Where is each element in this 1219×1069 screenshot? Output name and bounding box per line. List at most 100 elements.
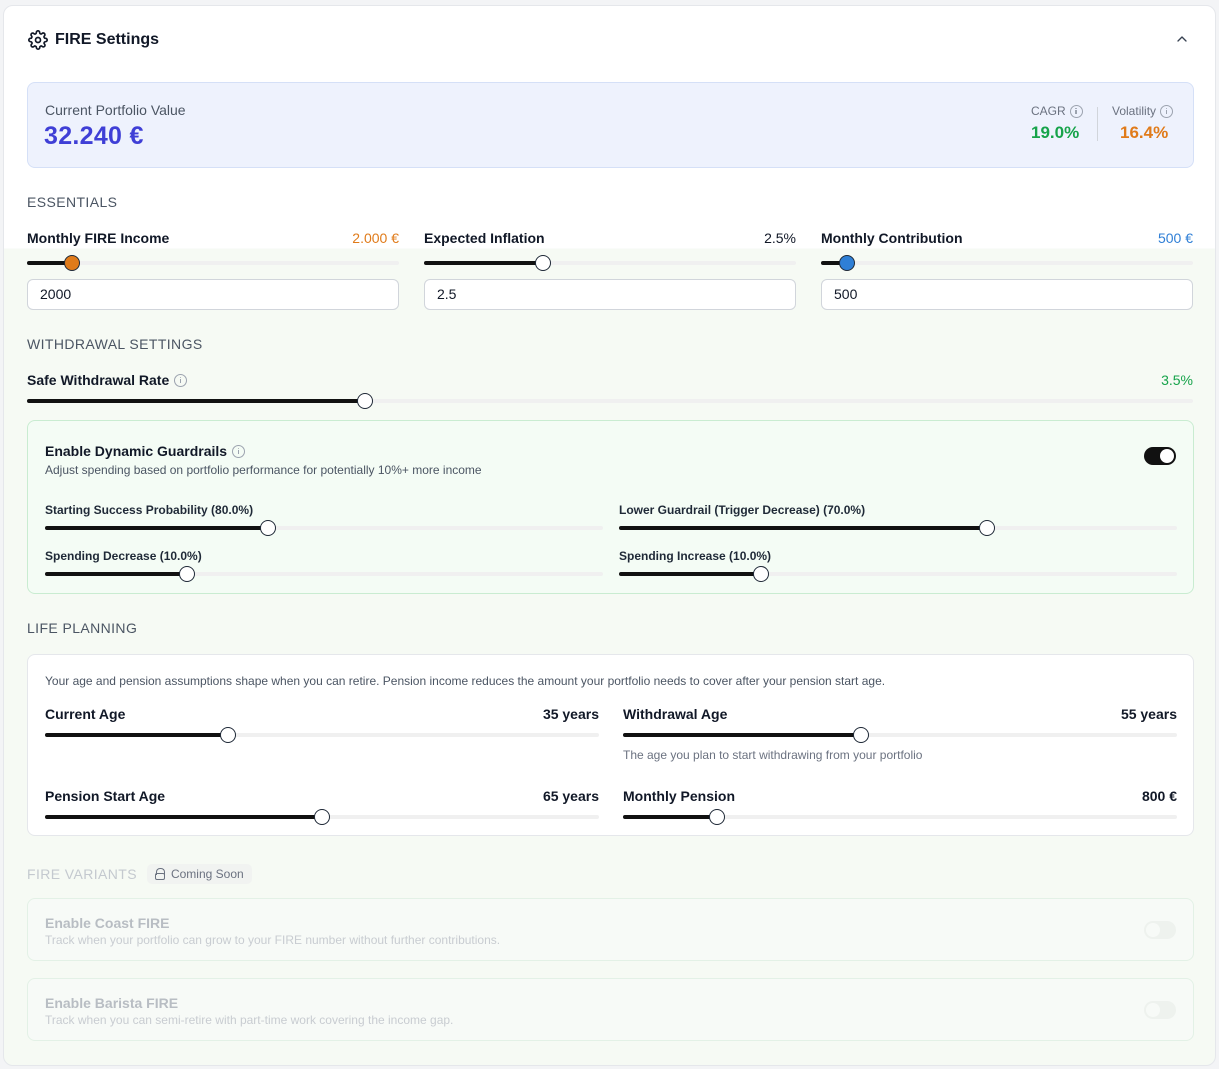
slider-thumb[interactable] bbox=[853, 727, 870, 743]
swr-display: 3.5% bbox=[1161, 372, 1193, 388]
fire-settings-card: FIRE Settings Current Portfolio Value 32… bbox=[3, 5, 1216, 1066]
cagr-value: 19.0% bbox=[1031, 123, 1080, 142]
slider-fill bbox=[45, 572, 188, 576]
inflation-input[interactable]: 2.5 bbox=[424, 279, 796, 310]
portfolio-value-label: Current Portfolio Value bbox=[45, 102, 186, 118]
life-section-title: LIFE PLANNING bbox=[27, 620, 138, 636]
slider-thumb[interactable] bbox=[260, 520, 277, 536]
slider-fill bbox=[45, 815, 322, 819]
toggle-knob bbox=[1160, 449, 1174, 463]
current-age-slider[interactable] bbox=[45, 727, 599, 743]
slider-fill bbox=[27, 399, 366, 403]
inflation-field: Expected Inflation 2.5% bbox=[424, 230, 796, 250]
slider-fill bbox=[45, 526, 269, 530]
spending-decrease-label: Spending Decrease (10.0%) bbox=[45, 549, 202, 563]
swr-slider[interactable] bbox=[27, 393, 1193, 409]
pension-age-slider[interactable] bbox=[45, 809, 599, 825]
spending-decrease-slider[interactable] bbox=[45, 566, 603, 582]
slider-fill bbox=[424, 261, 544, 265]
monthly-income-input[interactable]: 2000 bbox=[27, 279, 399, 310]
swr-field: Safe Withdrawal Rate 3.5% bbox=[27, 372, 1193, 392]
chevron-up-icon[interactable] bbox=[1174, 31, 1190, 47]
coast-fire-title: Enable Coast FIRE bbox=[45, 915, 170, 931]
toggle-knob bbox=[1146, 1003, 1160, 1017]
coming-soon-badge: Coming Soon bbox=[146, 864, 252, 884]
slider-fill bbox=[45, 733, 228, 737]
coast-fire-toggle[interactable] bbox=[1144, 921, 1176, 939]
info-icon[interactable] bbox=[1160, 104, 1174, 118]
slider-fill bbox=[619, 526, 988, 530]
toggle-knob bbox=[1146, 923, 1160, 937]
gear-icon bbox=[28, 30, 48, 50]
monthly-income-field: Monthly FIRE Income 2.000 € bbox=[27, 230, 399, 250]
slider-thumb[interactable] bbox=[63, 255, 80, 271]
monthly-income-display: 2.000 € bbox=[352, 230, 399, 246]
withdrawal-age-label: Withdrawal Age bbox=[623, 706, 728, 722]
withdrawal-section-title: WITHDRAWAL SETTINGS bbox=[27, 336, 203, 352]
portfolio-summary: Current Portfolio Value 32.240 € CAGR 19… bbox=[27, 82, 1194, 168]
slider-track bbox=[27, 261, 399, 265]
metric-divider bbox=[1097, 107, 1098, 141]
portfolio-value: 32.240 € bbox=[44, 122, 144, 150]
starting-success-slider[interactable] bbox=[45, 520, 603, 536]
slider-thumb[interactable] bbox=[839, 255, 856, 271]
lower-guardrail-slider[interactable] bbox=[619, 520, 1177, 536]
slider-thumb[interactable] bbox=[179, 566, 196, 582]
spending-increase-slider[interactable] bbox=[619, 566, 1177, 582]
info-icon[interactable] bbox=[1069, 104, 1083, 118]
contribution-slider[interactable] bbox=[821, 255, 1193, 271]
slider-fill bbox=[623, 815, 718, 819]
barista-fire-panel: Enable Barista FIRE Track when you can s… bbox=[27, 978, 1194, 1041]
contribution-field: Monthly Contribution 500 € bbox=[821, 230, 1193, 250]
cagr-label: CAGR bbox=[1031, 104, 1066, 118]
slider-thumb[interactable] bbox=[753, 566, 770, 582]
contribution-display: 500 € bbox=[1157, 230, 1193, 246]
slider-thumb[interactable] bbox=[709, 809, 726, 825]
info-icon[interactable] bbox=[232, 444, 246, 458]
volatility-label: Volatility bbox=[1112, 104, 1157, 118]
volatility-metric: Volatility 16.4% bbox=[1112, 104, 1174, 143]
lower-guardrail-label: Lower Guardrail (Trigger Decrease) (70.0… bbox=[619, 503, 866, 517]
settings-title: FIRE Settings bbox=[55, 31, 160, 48]
slider-track bbox=[821, 261, 1193, 265]
barista-fire-toggle[interactable] bbox=[1144, 1001, 1176, 1019]
coast-fire-panel: Enable Coast FIRE Track when your portfo… bbox=[27, 898, 1194, 961]
monthly-pension-label: Monthly Pension bbox=[623, 788, 735, 804]
guardrails-panel: Enable Dynamic Guardrails Adjust spendin… bbox=[27, 420, 1194, 594]
slider-thumb[interactable] bbox=[219, 727, 236, 743]
withdrawal-age-hint: The age you plan to start withdrawing fr… bbox=[623, 748, 923, 762]
starting-success-label: Starting Success Probability (80.0%) bbox=[45, 503, 254, 517]
barista-fire-title: Enable Barista FIRE bbox=[45, 995, 179, 1011]
variants-section-title: FIRE VARIANTS bbox=[27, 866, 137, 882]
essentials-section-title: ESSENTIALS bbox=[27, 194, 118, 210]
slider-thumb[interactable] bbox=[357, 393, 374, 409]
barista-fire-description: Track when you can semi-retire with part… bbox=[45, 1013, 454, 1027]
guardrails-title: Enable Dynamic Guardrails bbox=[45, 443, 228, 459]
guardrails-toggle[interactable] bbox=[1144, 447, 1176, 465]
cagr-metric: CAGR 19.0% bbox=[1031, 104, 1083, 143]
slider-fill bbox=[623, 733, 862, 737]
withdrawal-age-field: Withdrawal Age 55 years bbox=[623, 706, 1177, 726]
pension-age-display: 65 years bbox=[542, 788, 599, 804]
volatility-value: 16.4% bbox=[1120, 123, 1169, 142]
monthly-income-slider[interactable] bbox=[27, 255, 399, 271]
inflation-slider[interactable] bbox=[424, 255, 796, 271]
slider-thumb[interactable] bbox=[979, 520, 996, 536]
contribution-label: Monthly Contribution bbox=[821, 230, 963, 246]
info-icon[interactable] bbox=[174, 373, 188, 387]
pension-age-field: Pension Start Age 65 years bbox=[45, 788, 599, 808]
contribution-input[interactable]: 500 bbox=[821, 279, 1193, 310]
slider-thumb[interactable] bbox=[535, 255, 552, 271]
spending-increase-label: Spending Increase (10.0%) bbox=[619, 549, 772, 563]
withdrawal-age-slider[interactable] bbox=[623, 727, 1177, 743]
coast-fire-description: Track when your portfolio can grow to yo… bbox=[45, 933, 501, 947]
pension-age-label: Pension Start Age bbox=[45, 788, 166, 804]
life-planning-panel: Your age and pension assumptions shape w… bbox=[27, 654, 1194, 836]
settings-header[interactable]: FIRE Settings bbox=[4, 6, 1215, 76]
monthly-pension-display: 800 € bbox=[1141, 788, 1177, 804]
monthly-pension-slider[interactable] bbox=[623, 809, 1177, 825]
inflation-display: 2.5% bbox=[764, 230, 796, 246]
slider-thumb[interactable] bbox=[314, 809, 330, 825]
swr-label-group: Safe Withdrawal Rate bbox=[27, 372, 188, 388]
withdrawal-age-display: 55 years bbox=[1120, 706, 1177, 722]
